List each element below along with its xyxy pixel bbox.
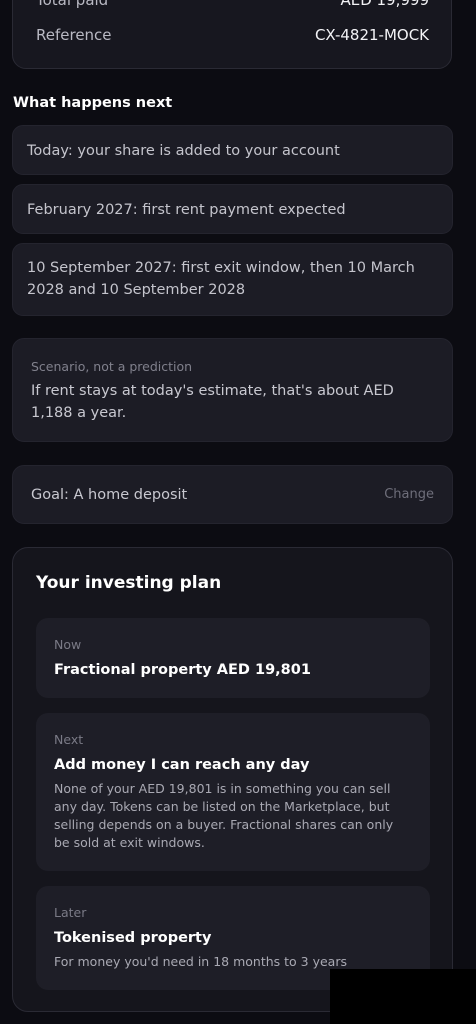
purchase-confirmation-screen: Total paid AED 19,999 Reference CX-4821-… <box>0 0 476 1024</box>
scenario-text: If rent stays at today's estimate, that'… <box>31 383 394 421</box>
timeline-step: February 2027: first rent payment expect… <box>12 184 453 234</box>
goal-card: Goal: A home deposit Change <box>12 465 453 524</box>
plan-item-description: None of your AED 19,801 is in something … <box>54 781 394 850</box>
summary-label: Total paid <box>36 0 109 9</box>
timeline-step: 10 September 2027: first exit window, th… <box>12 243 453 316</box>
plan-stage-label: Next <box>54 732 84 747</box>
plan-stage-label: Later <box>54 905 87 920</box>
timeline-step: Today: your share is added to your accou… <box>12 125 453 175</box>
change-goal-button[interactable]: Change <box>384 487 434 502</box>
plan-item-title: Fractional property AED 19,801 <box>54 662 311 678</box>
plan-item-now: Now Fractional property AED 19,801 <box>36 618 430 698</box>
plan-title: Your investing plan <box>36 573 222 593</box>
summary-row-reference: Reference CX-4821-MOCK <box>36 26 429 44</box>
plan-stage-label: Now <box>54 637 82 652</box>
investing-plan-card: Your investing plan Now Fractional prope… <box>12 547 453 1012</box>
purchase-summary-card: Total paid AED 19,999 Reference CX-4821-… <box>12 0 452 69</box>
black-overlay-block <box>330 969 476 1024</box>
summary-row-total-paid: Total paid AED 19,999 <box>36 0 429 9</box>
plan-item-next[interactable]: Next Add money I can reach any day None … <box>36 713 430 871</box>
scenario-card: Scenario, not a prediction If rent stays… <box>12 338 453 442</box>
plan-item-title: Tokenised property <box>54 930 212 946</box>
summary-value: CX-4821-MOCK <box>314 26 429 44</box>
summary-value: AED 19,999 <box>340 0 429 9</box>
summary-label: Reference <box>36 26 112 44</box>
scenario-caption: Scenario, not a prediction <box>31 359 193 374</box>
plan-item-title: Add money I can reach any day <box>54 757 310 773</box>
goal-text: Goal: A home deposit <box>31 486 188 503</box>
section-title-what-happens-next: What happens next <box>13 95 173 111</box>
